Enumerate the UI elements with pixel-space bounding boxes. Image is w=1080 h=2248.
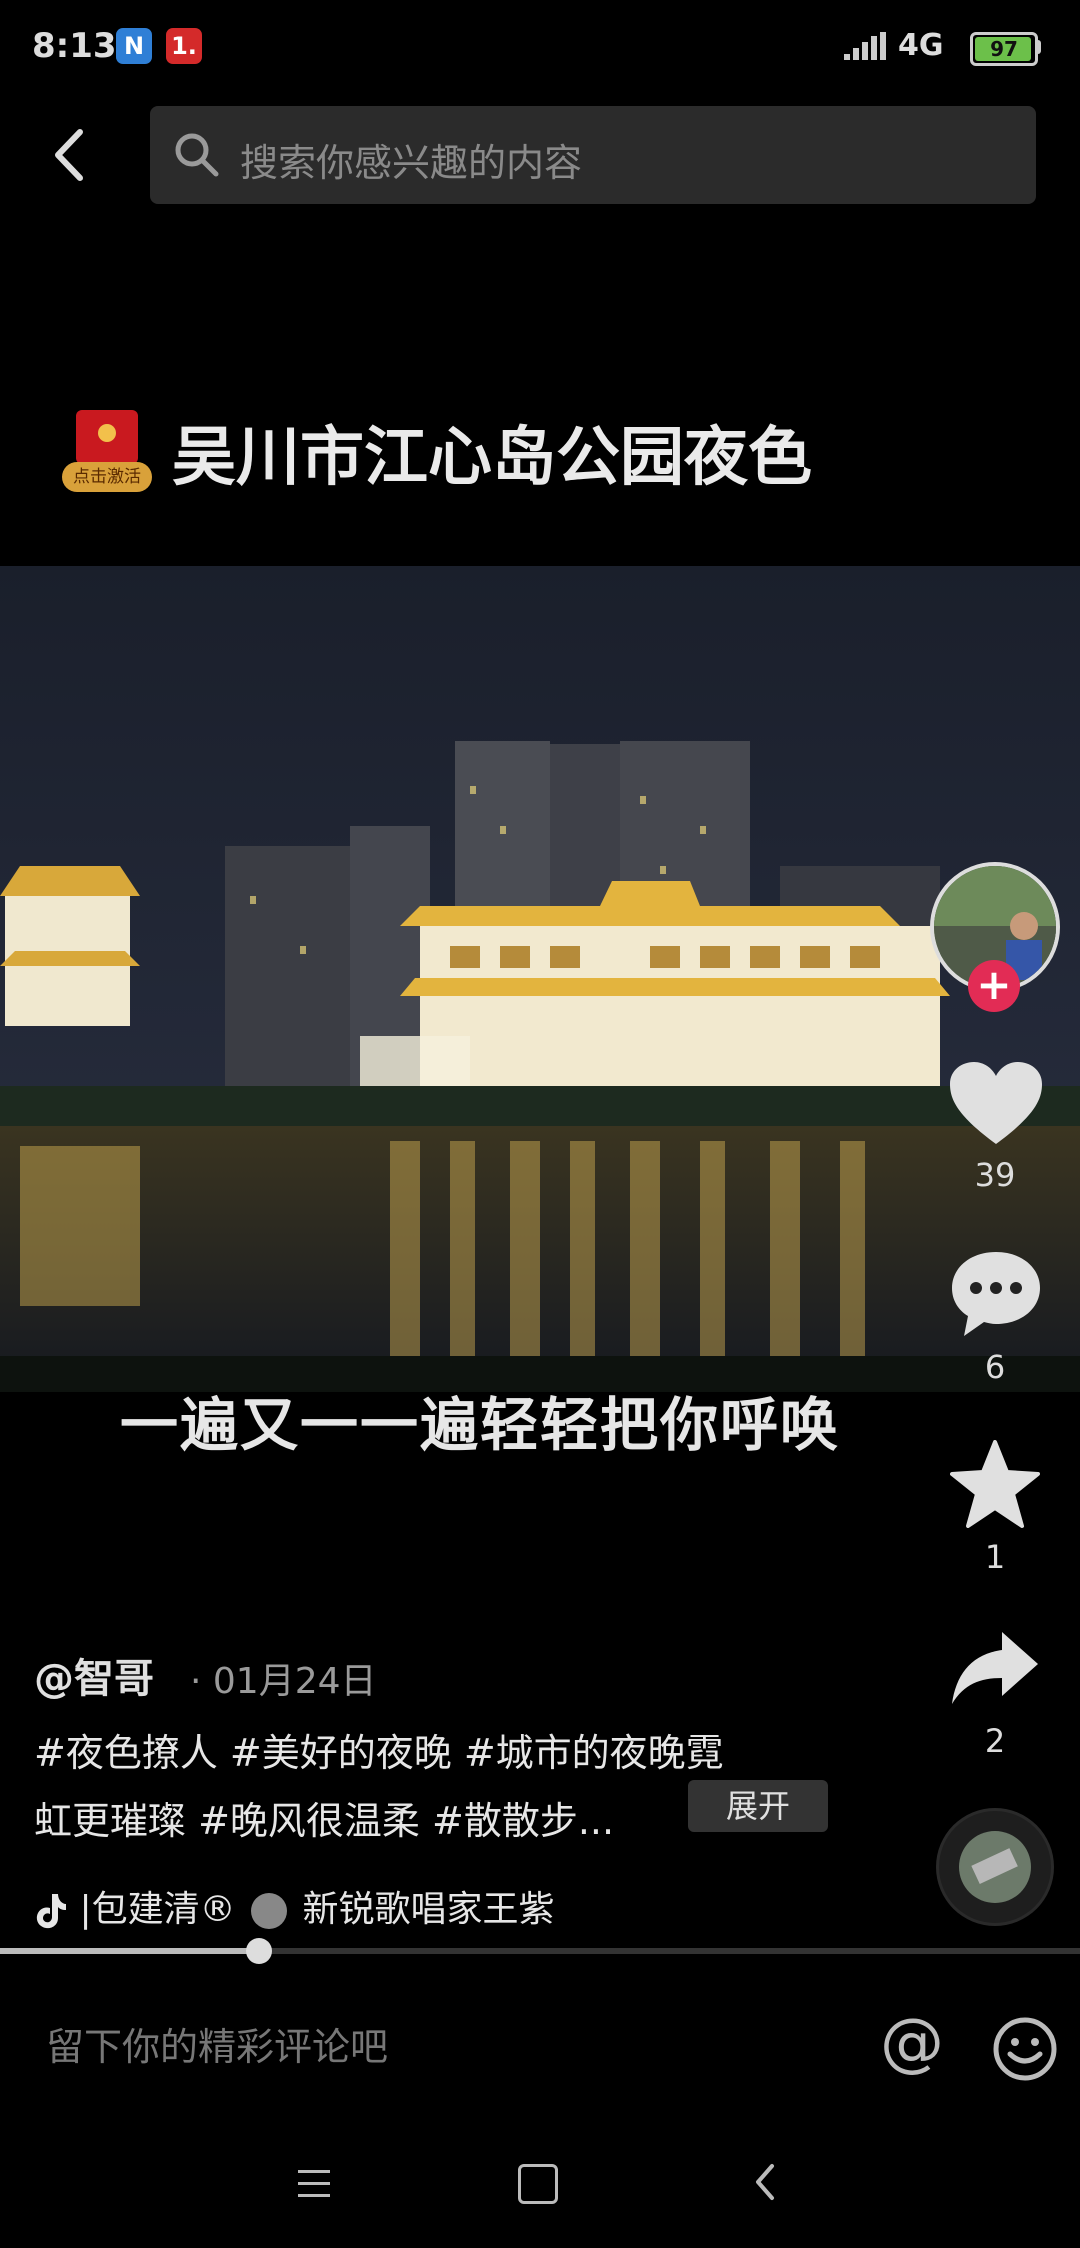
at-mention-icon[interactable]: @ (880, 2006, 944, 2080)
signal-icon (844, 32, 886, 60)
menu-icon[interactable] (296, 2168, 332, 2200)
progress-fill (0, 1948, 259, 1954)
notification-app-icon: N (116, 28, 152, 64)
network-type: 4G (898, 28, 944, 63)
follow-plus-button[interactable]: + (968, 960, 1020, 1012)
music-info[interactable]: |包建清® 新锐歌唱家王紫 (34, 1880, 555, 1932)
nav-back-icon[interactable] (752, 2162, 778, 2202)
comment-count: 6 (984, 1348, 1006, 1386)
emoji-icon[interactable] (992, 2016, 1058, 2082)
status-bar: 8:13 N 1. 4G 97 (0, 0, 1080, 96)
home-square-icon[interactable] (518, 2164, 558, 2204)
favorite-count: 1 (984, 1538, 1006, 1576)
like-count: 39 (974, 1156, 1016, 1194)
post-date: · 01月24日 (190, 1661, 377, 1702)
description-line-1[interactable]: #夜色撩人 #美好的夜晚 #城市的夜晚霓 (34, 1722, 724, 1777)
red-packet-button[interactable]: 点击激活 (62, 410, 152, 494)
expand-button[interactable]: 展开 (688, 1780, 828, 1832)
status-time: 8:13 (32, 26, 117, 66)
douyin-note-icon (36, 1894, 66, 1929)
comment-input[interactable]: 留下你的精彩评论吧 (46, 2016, 388, 2071)
battery-level: 97 (990, 37, 1018, 61)
video-frame[interactable] (0, 566, 1080, 1392)
description-line-2[interactable]: 虹更璀璨 #晚风很温柔 #散散步... (34, 1790, 614, 1845)
video-subtitle: 一遍又一一遍轻轻把你呼唤 (119, 1391, 840, 1459)
music-artist: |包建清® (79, 1889, 236, 1930)
author-name[interactable]: @智哥 (34, 1646, 154, 1704)
cd-icon (251, 1893, 288, 1929)
search-bar[interactable]: 搜索你感兴趣的内容 (150, 106, 1036, 204)
music-title: 新锐歌唱家王紫 (302, 1889, 555, 1930)
music-disc-icon (939, 1811, 1051, 1923)
notification-badge-icon: 1. (166, 28, 202, 64)
red-packet-label: 点击激活 (62, 462, 152, 492)
back-arrow-icon[interactable] (40, 118, 100, 192)
share-arrow-icon[interactable] (950, 1628, 1040, 1708)
video-title: 吴川市江心岛公园夜色 (172, 421, 812, 495)
battery-tip (1036, 40, 1041, 54)
red-packet-icon (76, 410, 138, 464)
star-icon[interactable] (950, 1440, 1040, 1528)
share-count: 2 (984, 1722, 1006, 1760)
search-placeholder: 搜索你感兴趣的内容 (240, 141, 583, 185)
music-disc-button[interactable] (936, 1808, 1054, 1926)
comment-icon[interactable] (948, 1248, 1044, 1340)
progress-thumb[interactable] (246, 1938, 272, 1964)
search-icon (175, 133, 219, 177)
battery-icon: 97 (970, 32, 1038, 66)
heart-icon[interactable] (948, 1060, 1044, 1148)
